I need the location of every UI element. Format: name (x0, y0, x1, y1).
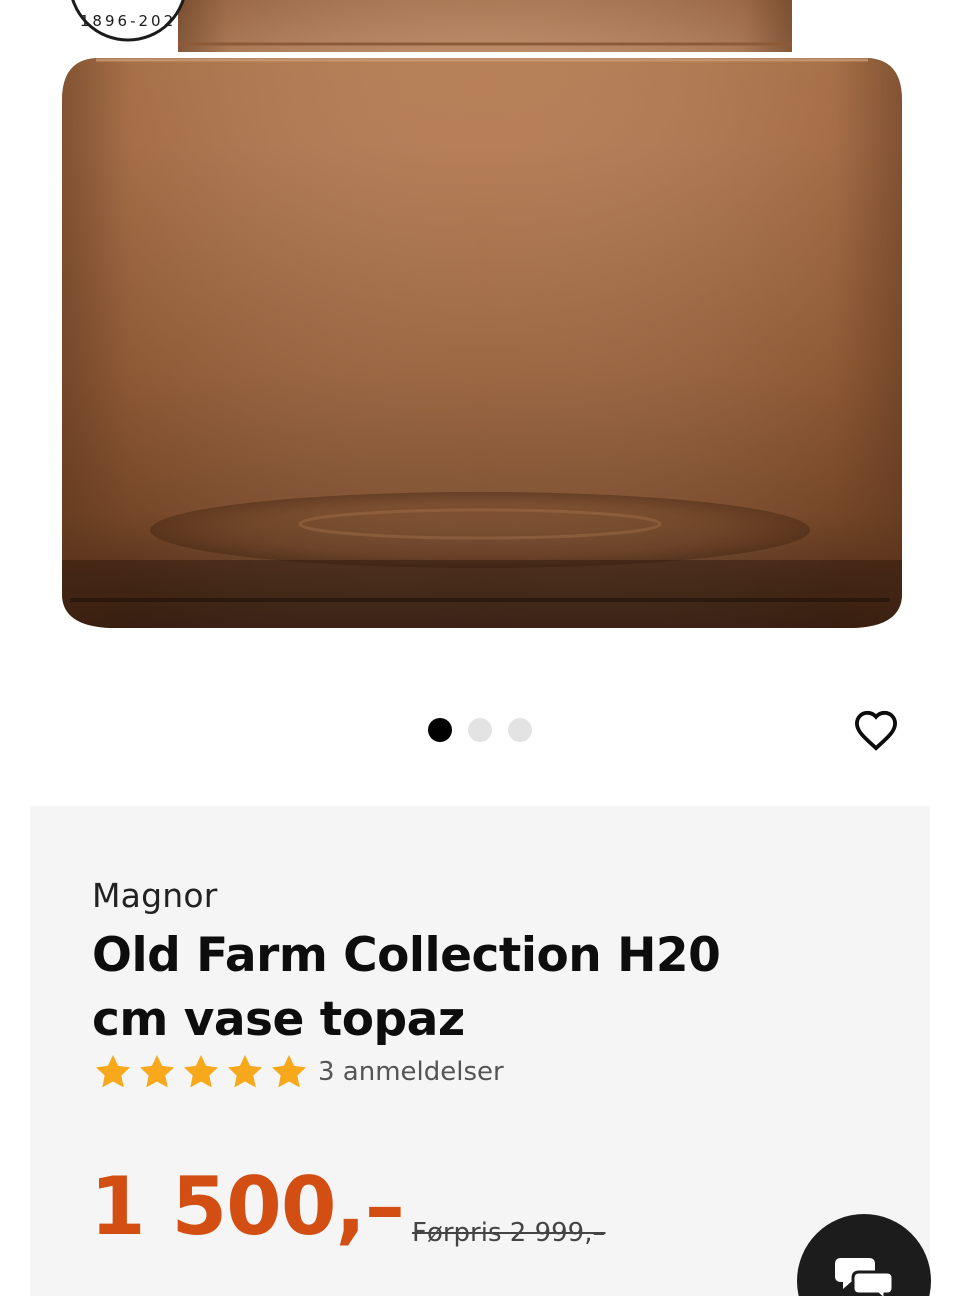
star-icon (96, 1055, 130, 1088)
star-icon (272, 1055, 306, 1088)
rating-summary[interactable]: 3 anmeldelser (92, 1052, 504, 1092)
product-info-panel: Magnor Old Farm Collection H20 cm vase t… (30, 806, 930, 1296)
seal-text: 1896-202 (80, 12, 176, 30)
star-icon (140, 1055, 174, 1088)
star-icon (184, 1055, 218, 1088)
vase-image: 1896-202 (62, 0, 902, 628)
product-title: Old Farm Collection H20 cm vase topaz (92, 928, 721, 1047)
carousel-dots (428, 718, 532, 742)
previous-price: Førpris 2 999,– (412, 1218, 606, 1248)
carousel-dot-1[interactable] (428, 718, 452, 742)
star-icon (228, 1055, 262, 1088)
brand-name[interactable]: Magnor (92, 876, 218, 915)
star-rating (92, 1052, 310, 1092)
heritage-seal-icon: 1896-202 (71, 0, 185, 42)
product-image[interactable]: 1896-202 (0, 0, 960, 690)
carousel-dot-2[interactable] (468, 718, 492, 742)
review-count-link[interactable]: 3 anmeldelser (318, 1057, 504, 1087)
favorite-button[interactable] (850, 704, 902, 756)
current-price: 1 500,– (90, 1160, 405, 1253)
heart-outline-icon (854, 710, 898, 751)
chat-bubbles-icon (835, 1258, 893, 1296)
carousel-dot-3[interactable] (508, 718, 532, 742)
